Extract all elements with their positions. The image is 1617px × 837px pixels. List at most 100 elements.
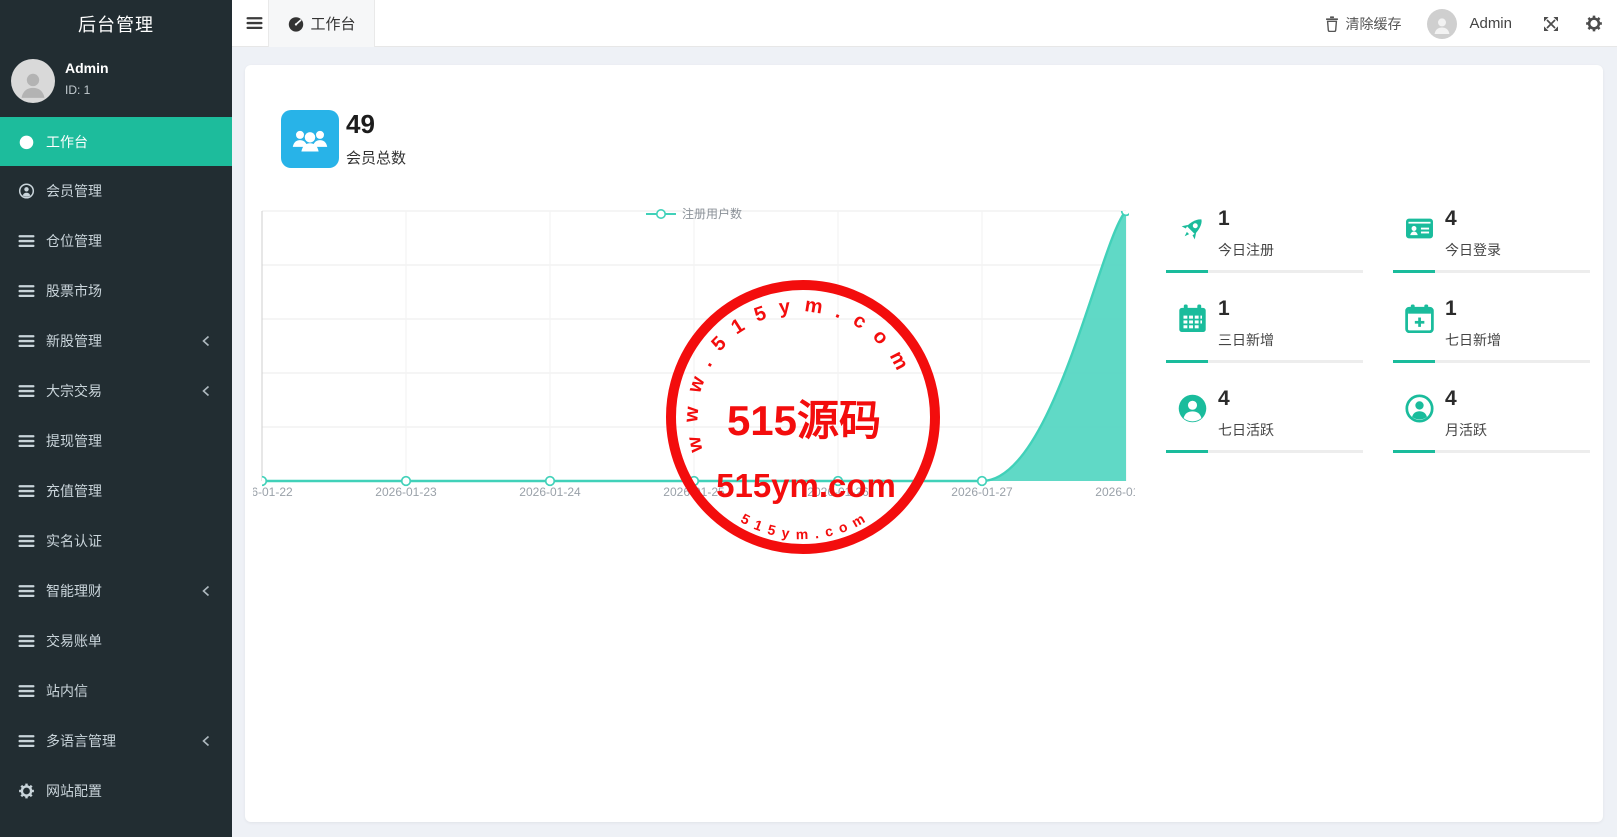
legend-item-registered-users[interactable]: 注册用户数 xyxy=(646,205,742,222)
x-axis-label: 2026-01-25 xyxy=(663,485,725,499)
sidebar-item-block-trade[interactable]: 大宗交易 xyxy=(0,366,232,416)
stat-label: 今日登录 xyxy=(1445,240,1501,260)
users-group-icon xyxy=(290,124,330,155)
list-icon xyxy=(18,483,35,499)
list-icon xyxy=(18,533,35,549)
chevron-left-icon xyxy=(202,385,210,397)
stat-underline xyxy=(1166,360,1363,363)
hamburger-menu-icon[interactable] xyxy=(246,15,263,31)
legend-marker-icon xyxy=(646,208,676,220)
stat-value: 4 xyxy=(1445,387,1457,411)
fullscreen-icon[interactable] xyxy=(1543,16,1559,32)
chevron-left-icon xyxy=(202,335,210,347)
x-axis-label: 2026-01-22 xyxy=(253,485,293,499)
sidebar-item-languages[interactable]: 多语言管理 xyxy=(0,716,232,766)
stat-label: 七日新增 xyxy=(1445,330,1501,350)
user-circle-icon xyxy=(18,183,35,199)
trash-icon xyxy=(1325,16,1339,32)
sidebar-item-positions[interactable]: 仓位管理 xyxy=(0,216,232,266)
sidebar-item-workbench[interactable]: 工作台 xyxy=(0,117,232,166)
stat-label: 今日注册 xyxy=(1218,240,1274,260)
list-icon xyxy=(18,433,35,449)
stat-3day-new: 1 三日新增 xyxy=(1166,293,1363,363)
user-name: Admin xyxy=(65,60,109,76)
avatar[interactable] xyxy=(1427,9,1457,39)
members-total-value: 49 xyxy=(346,109,375,140)
stat-value: 1 xyxy=(1218,207,1230,231)
sidebar-item-members[interactable]: 会员管理 xyxy=(0,166,232,216)
sidebar-item-new-shares[interactable]: 新股管理 xyxy=(0,316,232,366)
app-title: 后台管理 xyxy=(0,0,232,47)
topbar-username[interactable]: Admin xyxy=(1469,15,1512,32)
stat-7day-new: 1 七日新增 xyxy=(1393,293,1590,363)
stat-7day-active: 4 七日活跃 xyxy=(1166,383,1363,453)
stat-value: 4 xyxy=(1445,207,1457,231)
sidebar-item-site-config[interactable]: 网站配置 xyxy=(0,766,232,816)
chevron-left-icon xyxy=(202,585,210,597)
registrations-chart: 2026-01-22 2026-01-23 2026-01-24 2026-01-25… xyxy=(253,200,1135,505)
sidebar-item-site-messages[interactable]: 站内信 xyxy=(0,666,232,716)
dashboard-card: 49 会员总数 2026-01-222026-01-232026-01-2420… xyxy=(245,65,1603,822)
stat-underline xyxy=(1166,270,1363,273)
members-total-icon-box xyxy=(281,110,339,168)
gear-icon xyxy=(18,783,35,799)
sidebar-item-withdrawals[interactable]: 提现管理 xyxy=(0,416,232,466)
list-icon xyxy=(18,383,35,399)
list-icon xyxy=(18,683,35,699)
stat-value: 4 xyxy=(1218,387,1230,411)
stat-label: 七日活跃 xyxy=(1218,420,1274,440)
x-axis-label: 2026-01-26 xyxy=(807,485,869,499)
dashboard-icon xyxy=(18,134,35,150)
calendar-plus-icon xyxy=(1405,304,1434,333)
x-axis-label: 2026-01-28 xyxy=(1095,485,1135,499)
list-icon xyxy=(18,733,35,749)
user-filled-circle-icon xyxy=(1178,394,1207,423)
user-id: ID: 1 xyxy=(65,83,90,97)
list-icon xyxy=(18,333,35,349)
sidebar-item-stock-market[interactable]: 股票市场 xyxy=(0,266,232,316)
topbar: 工作台 清除缓存 Admin xyxy=(232,0,1617,47)
sidebar-item-recharge[interactable]: 充值管理 xyxy=(0,466,232,516)
stat-month-active: 4 月活跃 xyxy=(1393,383,1590,453)
calendar-icon xyxy=(1178,304,1207,333)
stat-underline xyxy=(1393,450,1590,453)
x-axis-label: 2026-01-24 xyxy=(519,485,581,499)
chevron-left-icon xyxy=(202,735,210,747)
sidebar-item-trade-bills[interactable]: 交易账单 xyxy=(0,616,232,666)
x-axis-label: 2026-01-23 xyxy=(375,485,437,499)
tab-label: 工作台 xyxy=(310,13,355,34)
clear-cache-button[interactable]: 清除缓存 xyxy=(1325,14,1401,34)
stat-value: 1 xyxy=(1218,297,1230,321)
stat-today-login: 4 今日登录 xyxy=(1393,203,1590,273)
sidebar: 后台管理 Admin ID: 1 工作台 会员管理 仓位管理 股票市场 新股管理… xyxy=(0,0,232,837)
list-icon xyxy=(18,583,35,599)
avatar xyxy=(11,59,55,103)
stat-underline xyxy=(1166,450,1363,453)
stat-underline xyxy=(1393,270,1590,273)
sidebar-nav: 工作台 会员管理 仓位管理 股票市场 新股管理 大宗交易 提现管理 充值管理 实… xyxy=(0,117,232,816)
id-card-icon xyxy=(1405,214,1434,243)
dashboard-icon xyxy=(287,16,305,32)
stat-underline xyxy=(1393,360,1590,363)
user-outline-circle-icon xyxy=(1405,394,1434,423)
sidebar-item-kyc[interactable]: 实名认证 xyxy=(0,516,232,566)
person-icon xyxy=(16,67,50,101)
list-icon xyxy=(18,283,35,299)
list-icon xyxy=(18,233,35,249)
settings-gears-icon[interactable] xyxy=(1585,15,1603,32)
sidebar-item-smart-finance[interactable]: 智能理财 xyxy=(0,566,232,616)
stat-value: 1 xyxy=(1445,297,1457,321)
stat-today-registered: 1 今日注册 xyxy=(1166,203,1363,273)
members-total-label: 会员总数 xyxy=(346,147,406,168)
rocket-icon xyxy=(1178,214,1207,243)
x-axis-label: 2026-01-27 xyxy=(951,485,1013,499)
user-panel: Admin ID: 1 xyxy=(0,56,232,111)
area-chart-canvas: 2026-01-22 2026-01-23 2026-01-24 2026-01-25… xyxy=(253,200,1135,505)
stat-label: 月活跃 xyxy=(1445,420,1487,440)
legend-label: 注册用户数 xyxy=(682,205,742,222)
topbar-actions: 清除缓存 Admin xyxy=(1325,0,1603,47)
stat-label: 三日新增 xyxy=(1218,330,1274,350)
list-icon xyxy=(18,633,35,649)
person-icon xyxy=(1431,14,1453,36)
tab-workbench[interactable]: 工作台 xyxy=(268,0,375,47)
